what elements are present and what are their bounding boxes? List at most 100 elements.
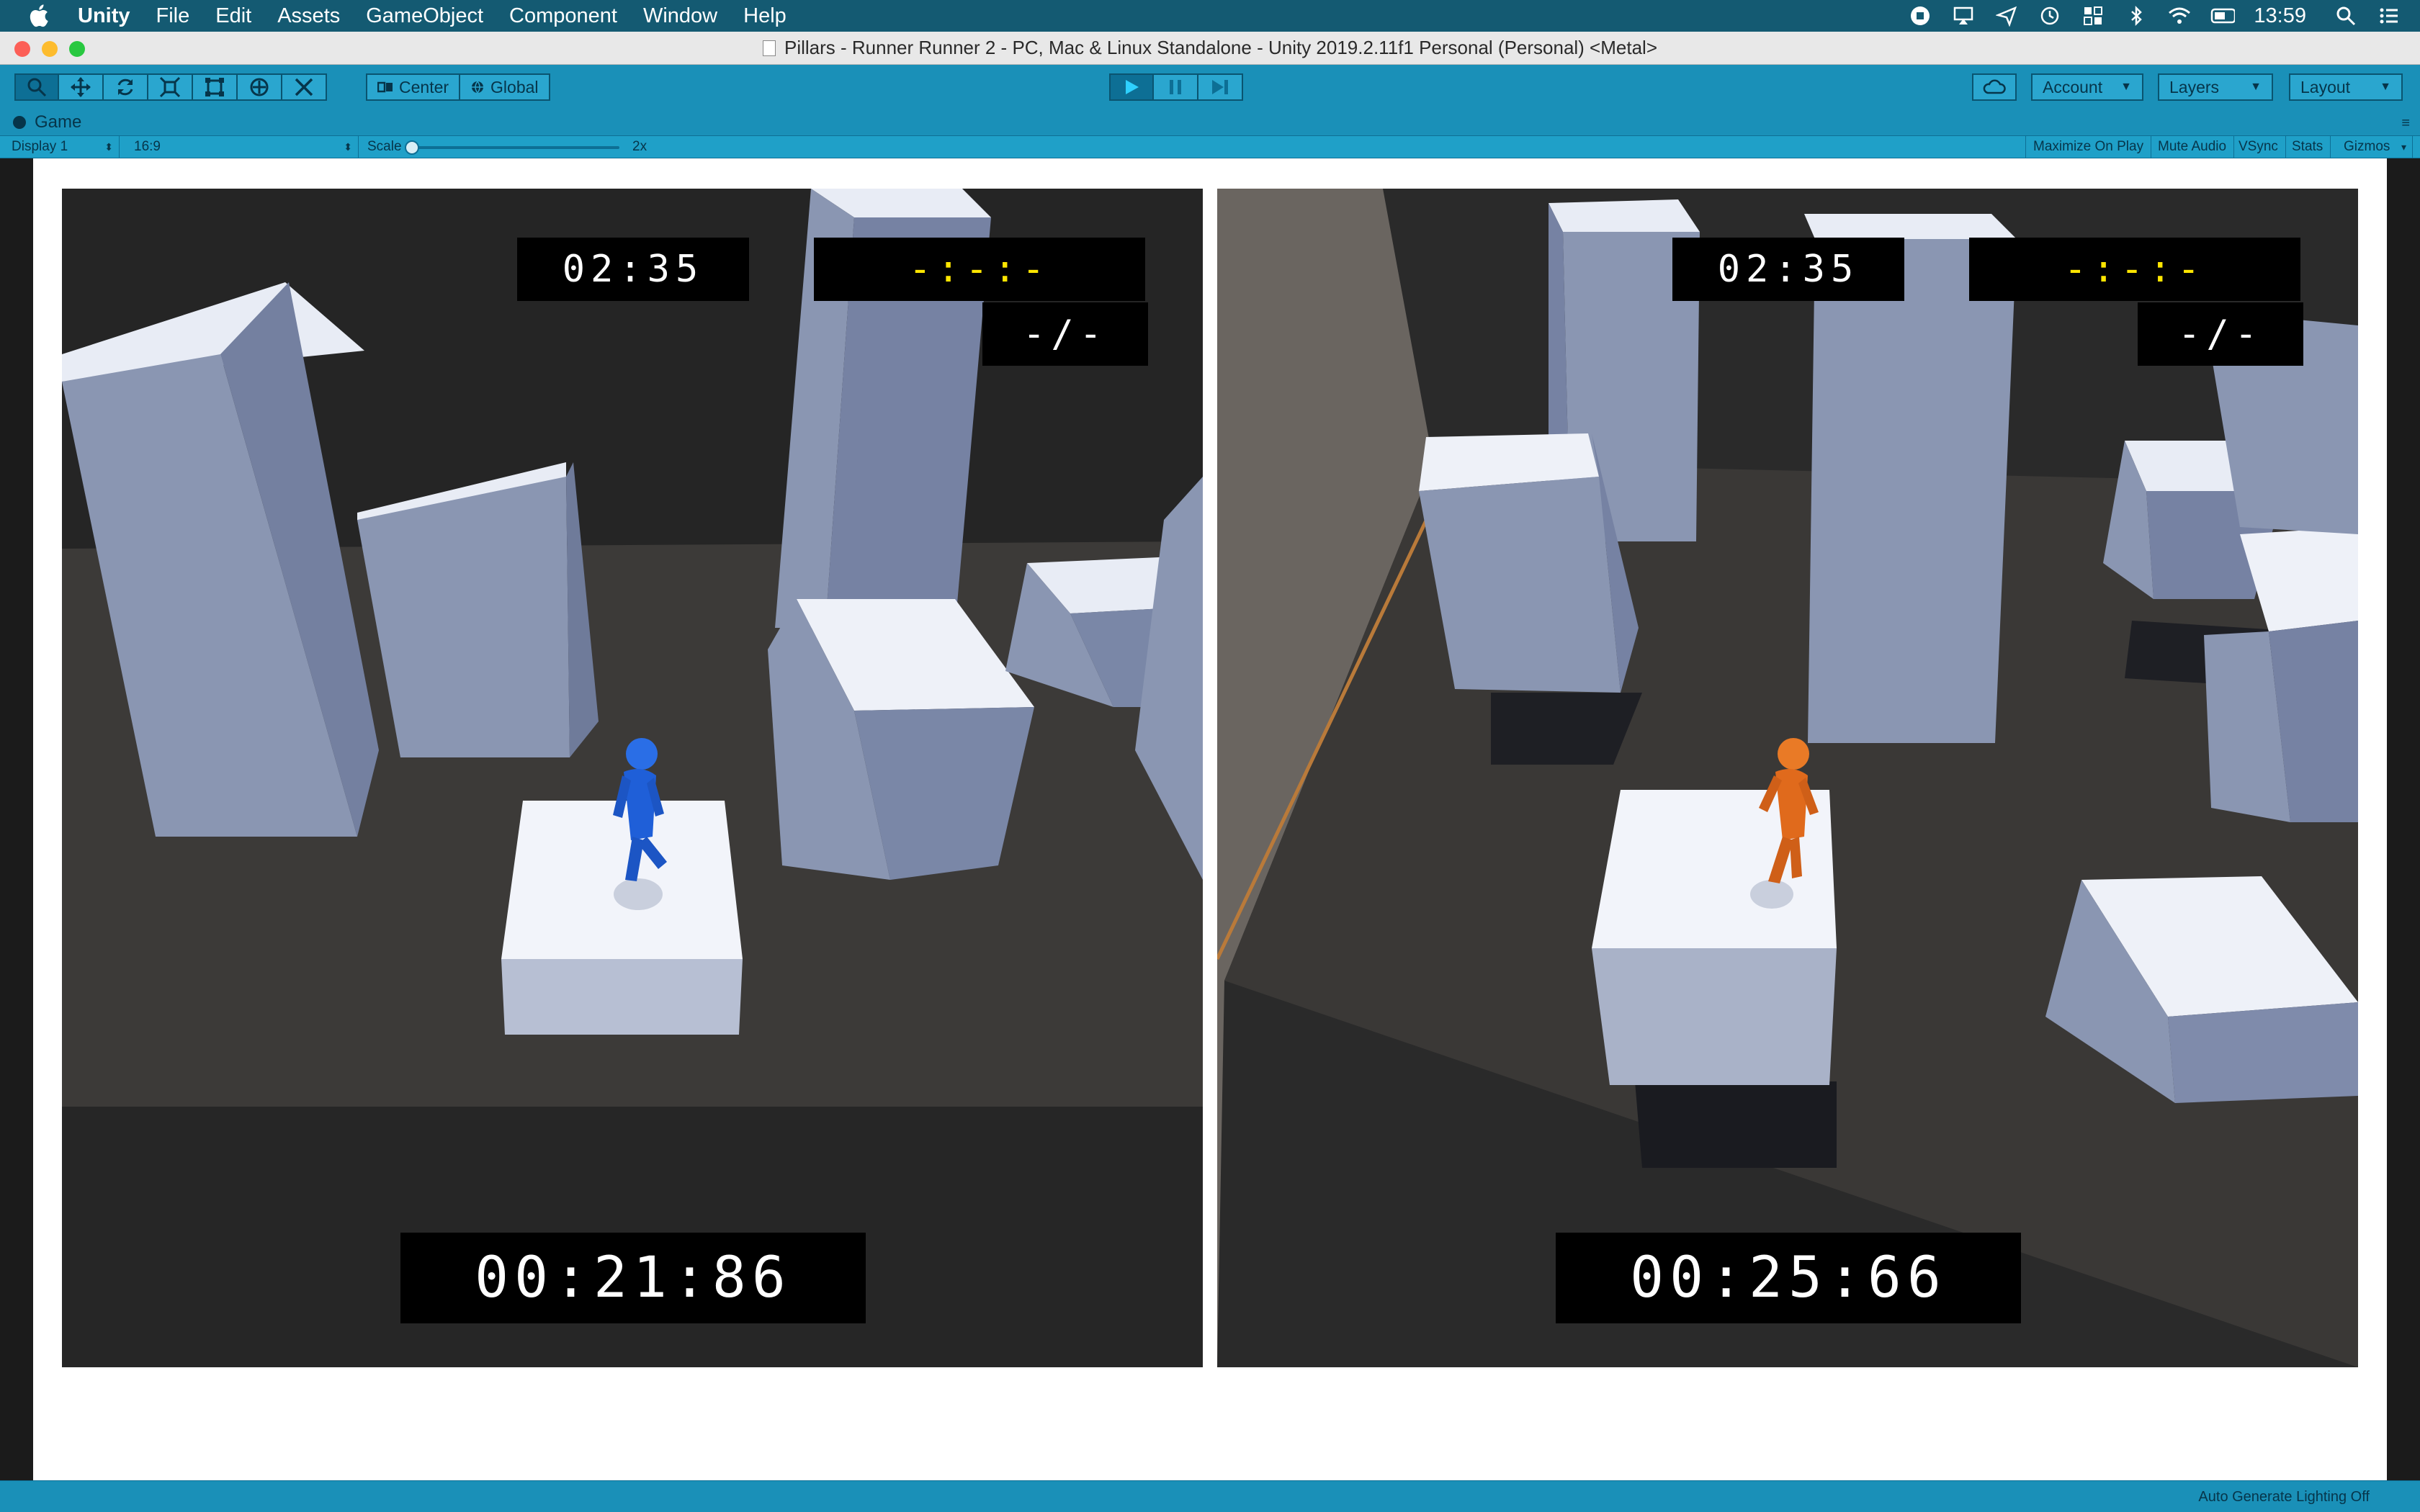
menu-app-unity[interactable]: Unity: [78, 4, 130, 28]
stats-label: Stats: [2292, 139, 2323, 154]
minimize-window-button[interactable]: [42, 41, 58, 57]
move-arrows-icon: [71, 77, 91, 97]
layers-label: Layers: [2169, 77, 2220, 96]
rect-tool-button[interactable]: [193, 73, 238, 101]
spotlight-search-icon[interactable]: [2334, 4, 2358, 28]
aspect-dropdown[interactable]: 16:9 ⬍: [127, 136, 359, 158]
airplay-icon[interactable]: [1951, 4, 1976, 28]
account-label: Account: [2043, 77, 2103, 96]
collab-area: [1972, 73, 2017, 101]
pivot-space-label: Global: [490, 77, 539, 96]
window-title-bar: Pillars - Runner Runner 2 - PC, Mac & Li…: [0, 32, 2420, 65]
custom-tool-button[interactable]: [282, 73, 327, 101]
grid-icon[interactable]: [2081, 4, 2105, 28]
chevron-down-icon: ▾: [2401, 140, 2406, 153]
send-icon[interactable]: [1994, 4, 2019, 28]
mute-audio-label: Mute Audio: [2158, 139, 2227, 154]
chevron-updown-icon: ⬍: [104, 140, 113, 153]
hand-search-icon: [27, 78, 47, 97]
stats-toggle[interactable]: Stats: [2285, 136, 2331, 158]
unity-toolbar: Center Global Account ▼ Layers ▼ Layout …: [0, 65, 2420, 109]
pause-button[interactable]: [1154, 73, 1198, 101]
current-time-display: 00:25:66: [1556, 1233, 2021, 1323]
tools-icon: [295, 78, 313, 96]
wifi-icon[interactable]: [2167, 4, 2192, 28]
pivot-center-toggle[interactable]: Center: [366, 73, 461, 101]
gizmos-dropdown[interactable]: Gizmos ▾: [2336, 136, 2413, 158]
tab-game-label: Game: [35, 112, 82, 132]
step-icon: [1212, 80, 1228, 94]
rotate-tool-button[interactable]: [104, 73, 148, 101]
panel-menu-icon[interactable]: ≡: [2401, 115, 2410, 132]
menu-gameobject[interactable]: GameObject: [366, 4, 483, 28]
vsync-toggle[interactable]: VSync: [2231, 136, 2286, 158]
chevron-updown-icon: ⬍: [344, 140, 352, 153]
menu-file[interactable]: File: [156, 4, 190, 28]
player-1-viewport: 02:35 -:-:- -/- 00:21:86: [62, 189, 1203, 1367]
race-time-display: 02:35: [1672, 238, 1904, 301]
pivot-space-toggle[interactable]: Global: [460, 73, 550, 101]
layout-label: Layout: [2300, 77, 2351, 96]
aspect-label: 16:9: [134, 139, 161, 154]
maximize-on-play-label: Maximize On Play: [2033, 139, 2144, 154]
account-dropdown[interactable]: Account ▼: [2031, 73, 2143, 101]
layers-dropdown[interactable]: Layers ▼: [2158, 73, 2273, 101]
scale-value: 2x: [632, 139, 647, 154]
move-tool-button[interactable]: [59, 73, 104, 101]
cloud-icon: [1983, 79, 2006, 94]
menu-component[interactable]: Component: [509, 4, 617, 28]
scale-slider-track[interactable]: [411, 146, 619, 149]
lap-count-display: -/-: [982, 302, 1148, 366]
cloud-services-button[interactable]: [1972, 73, 2017, 101]
rotate-icon: [117, 78, 133, 96]
pivot-icon: [377, 81, 393, 93]
battery-icon[interactable]: [2210, 4, 2236, 28]
apple-icon[interactable]: [27, 3, 53, 29]
document-icon: [762, 40, 776, 56]
pivot-toggles: Center Global: [366, 73, 550, 101]
view-tool-button[interactable]: [14, 73, 59, 101]
time-machine-icon[interactable]: [2038, 4, 2062, 28]
window-controls: [14, 41, 97, 57]
transform-gizmo-icon: [250, 78, 269, 96]
transform-tool-button[interactable]: [238, 73, 282, 101]
menu-window[interactable]: Window: [643, 4, 717, 28]
scale-tool-button[interactable]: [148, 73, 193, 101]
lap-count-display: -/-: [2138, 302, 2303, 366]
best-time-display: -:-:-: [814, 238, 1145, 301]
window-title-text: Pillars - Runner Runner 2 - PC, Mac & Li…: [784, 37, 1658, 58]
layout-dropdown-wrap: Layout ▼: [2289, 73, 2403, 101]
display-label: Display 1: [12, 139, 68, 154]
menu-edit[interactable]: Edit: [215, 4, 251, 28]
zoom-window-button[interactable]: [69, 41, 85, 57]
menubar-clock[interactable]: 13:59: [2254, 4, 2306, 28]
play-button[interactable]: [1109, 73, 1154, 101]
close-window-button[interactable]: [14, 41, 30, 57]
record-icon[interactable]: [1908, 4, 1932, 28]
rect-transform-icon: [205, 78, 224, 96]
layout-dropdown[interactable]: Layout ▼: [2289, 73, 2403, 101]
step-button[interactable]: [1198, 73, 1243, 101]
game-view[interactable]: 02:35 -:-:- -/- 00:21:86 02:35 -:-:- -/-…: [0, 158, 2420, 1480]
transform-tools: [14, 73, 327, 101]
lighting-status-text[interactable]: Auto Generate Lighting Off: [2198, 1489, 2370, 1506]
globe-icon: [472, 81, 484, 94]
game-panel-header: Game ≡: [0, 109, 2420, 135]
maximize-on-play-toggle[interactable]: Maximize On Play: [2025, 136, 2152, 158]
status-menu-area: 13:59: [1908, 0, 2420, 32]
menu-assets[interactable]: Assets: [277, 4, 340, 28]
play-icon: [1126, 80, 1139, 94]
display-dropdown[interactable]: Display 1 ⬍: [4, 136, 120, 158]
scale-icon: [159, 76, 181, 98]
menu-help[interactable]: Help: [743, 4, 786, 28]
window-title: Pillars - Runner Runner 2 - PC, Mac & Li…: [762, 37, 1658, 59]
scale-slider-handle[interactable]: [405, 140, 419, 155]
best-time-display: -:-:-: [1969, 238, 2300, 301]
mute-audio-toggle[interactable]: Mute Audio: [2151, 136, 2235, 158]
notification-center-icon[interactable]: [2377, 4, 2401, 28]
tab-game[interactable]: Game: [13, 112, 81, 132]
pause-icon: [1170, 80, 1181, 94]
game-view-canvas: 02:35 -:-:- -/- 00:21:86 02:35 -:-:- -/-…: [33, 158, 2387, 1480]
player-2-viewport: 02:35 -:-:- -/- 00:25:66: [1217, 189, 2358, 1367]
bluetooth-icon[interactable]: [2124, 4, 2148, 28]
